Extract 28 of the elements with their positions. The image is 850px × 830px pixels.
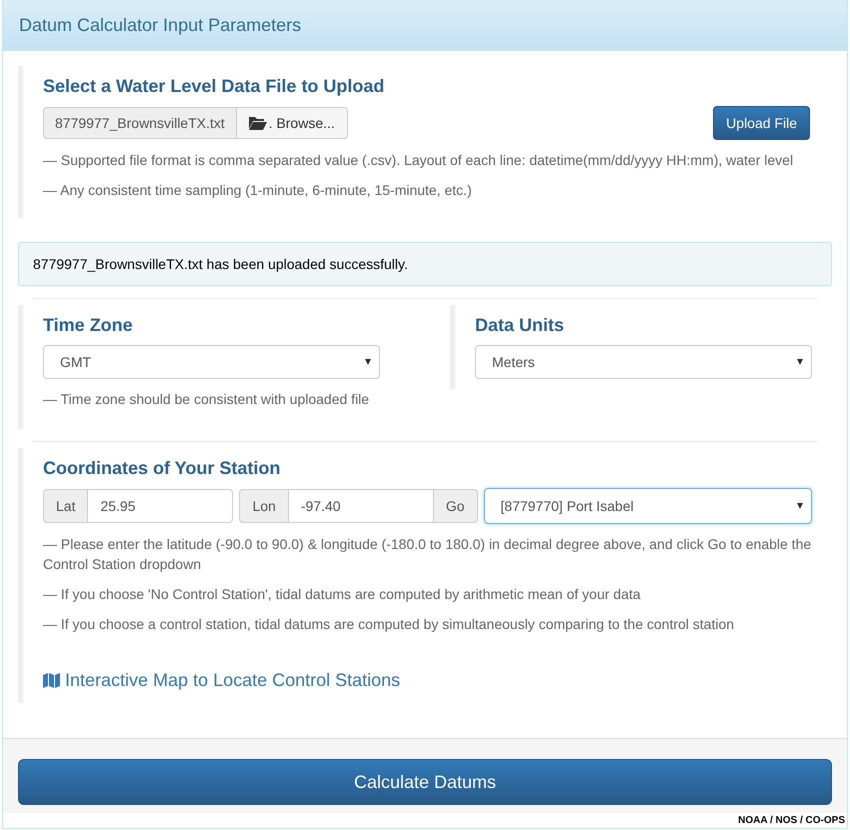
credit-text: NOAA / NOS / CO-OPS [738, 815, 845, 826]
help-text: — Any consistent time sampling (1-minute, 6-minute, 15-minute, etc.) [43, 181, 473, 200]
latitude-field[interactable]: 25.95 [88, 489, 234, 523]
folder-icon [248, 116, 267, 130]
help-text: — Time zone should be consistent with uploaded file [43, 390, 370, 409]
station-select[interactable]: [8779770] Port Isabel [484, 488, 812, 524]
browse-button[interactable]: . Browse... [236, 107, 348, 139]
data-units-select[interactable]: Meters [475, 345, 812, 379]
upload-file-button[interactable]: Upload File [713, 106, 810, 140]
help-text: — If you choose a control station, tidal datums are computed by simultaneously comparing to the control station [43, 615, 736, 634]
section-heading: Time Zone [43, 315, 134, 336]
help-text: — Supported file format is comma separated value (.csv). Layout of each line: datetime(mm/dd/yyyy HH:mm), water level [43, 151, 794, 170]
panel-title: Datum Calculator Input Parameters [19, 14, 302, 36]
lon-label: Lon [239, 489, 289, 523]
longitude-field[interactable]: -97.40 [288, 489, 434, 523]
map-link[interactable]: Interactive Map to Locate Control Stations [65, 670, 400, 691]
help-text: — If you choose 'No Control Station', tidal datums are computed by arithmetic mean of your data [43, 585, 642, 604]
map-icon [43, 672, 60, 689]
section-heading: Coordinates of Your Station [43, 458, 282, 479]
section-heading: Data Units [475, 315, 566, 336]
calculate-datums-button[interactable]: Calculate Datums [18, 759, 832, 805]
help-text: — Please enter the latitude (-90.0 to 90.0) & longitude (-180.0 to 180.0) in decimal degree above, and click Go to enable the Control Station dropdown [43, 535, 812, 574]
section-heading: Select a Water Level Data File to Upload [43, 76, 386, 97]
go-button[interactable]: Go [434, 489, 478, 523]
file-name-field[interactable]: 8779977_BrownsvilleTX.txt [43, 107, 237, 139]
alert-message: 8779977_BrownsvilleTX.txt has been uploaded successfully. [33, 256, 408, 272]
lat-label: Lat [43, 489, 88, 523]
time-zone-select[interactable]: GMT [43, 345, 380, 379]
